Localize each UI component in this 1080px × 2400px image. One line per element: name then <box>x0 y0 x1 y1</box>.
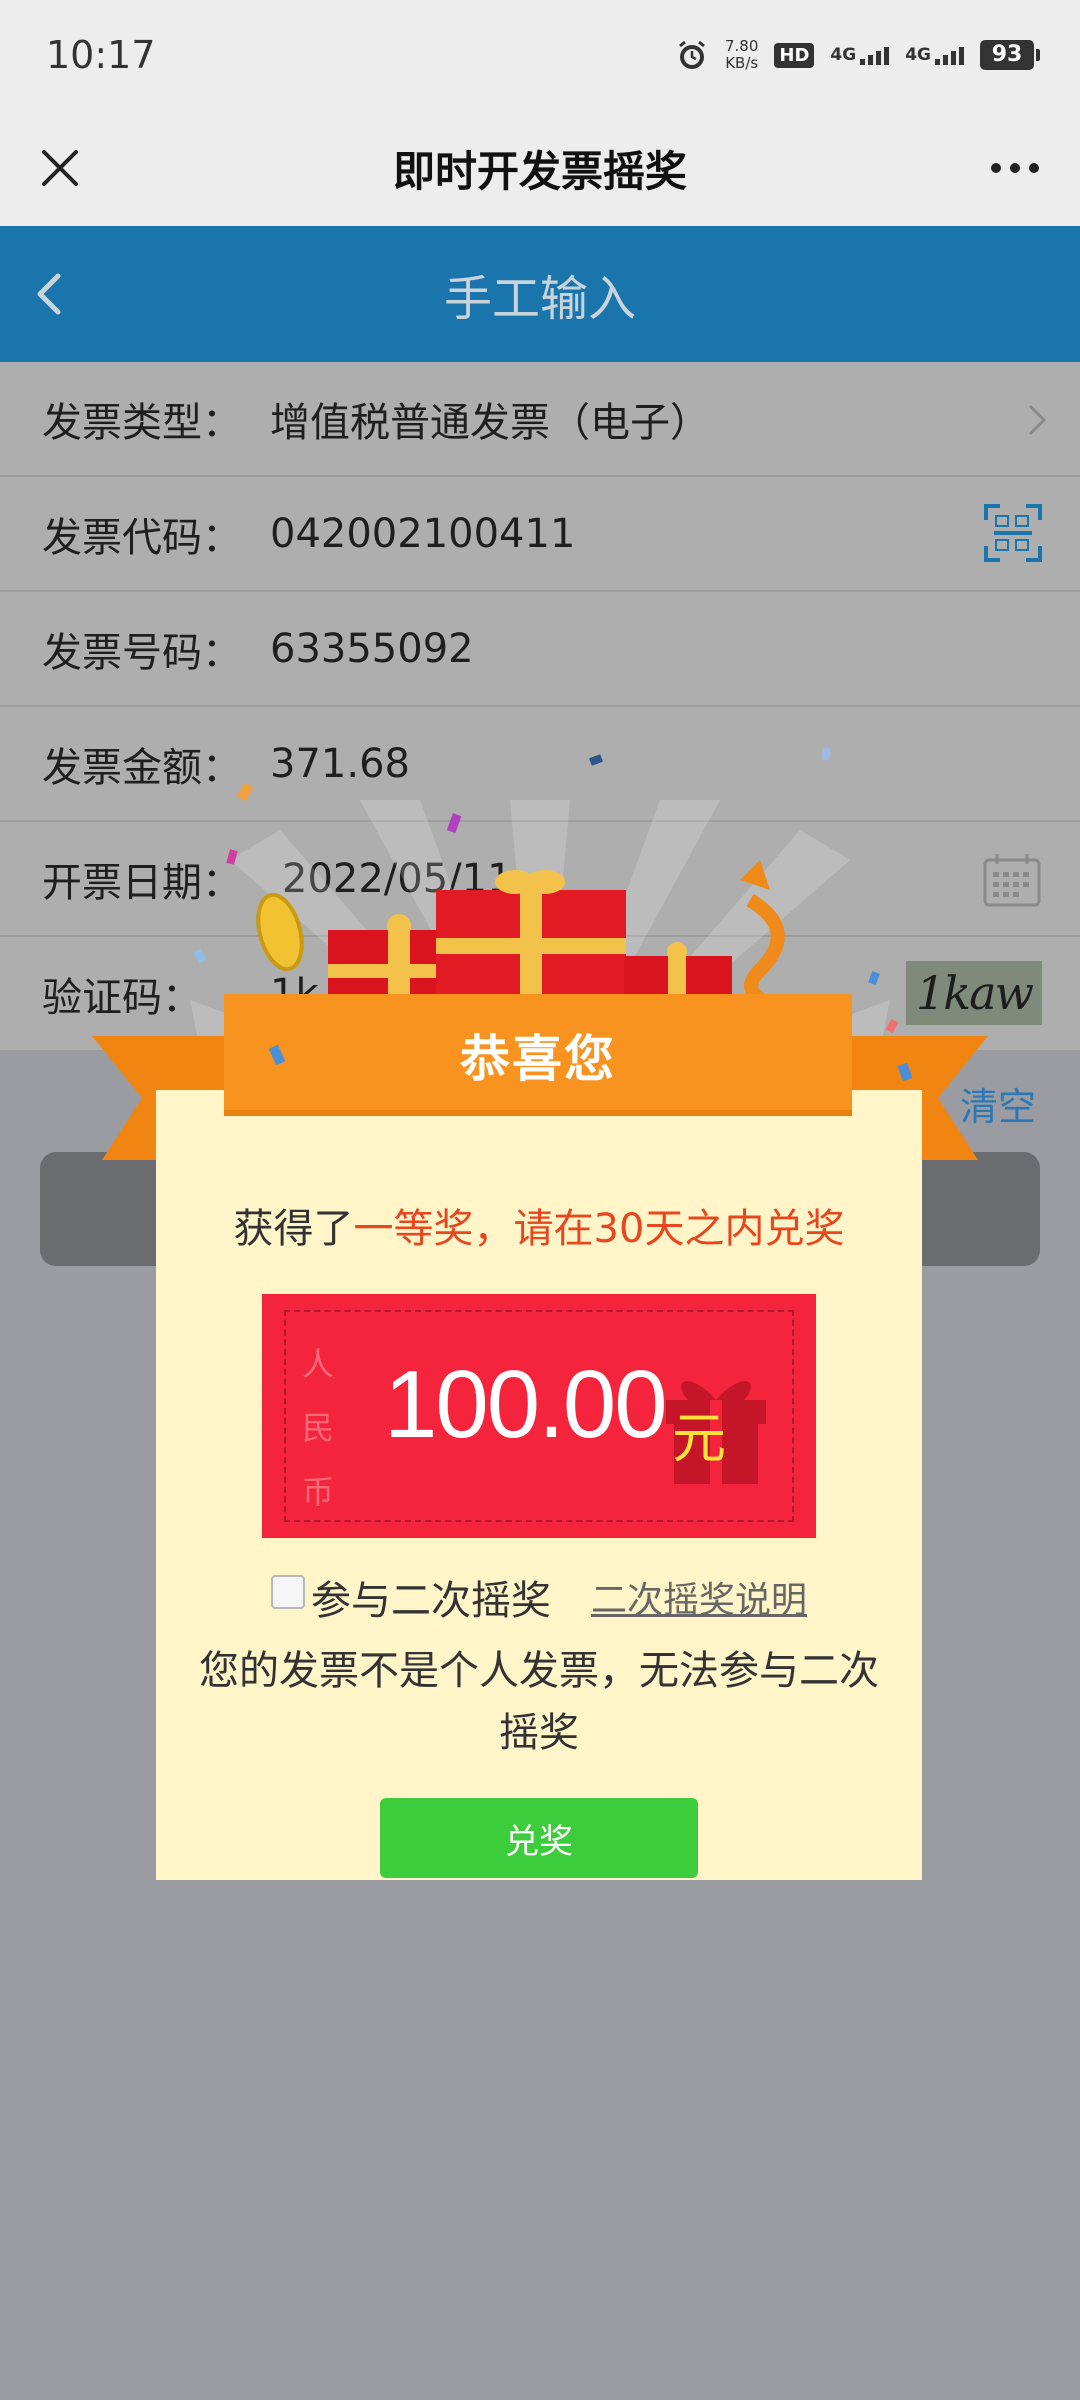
second-draw-label: 参与二次摇奖 <box>310 1578 551 1624</box>
network-speed: 7.80 KB/s <box>725 38 758 72</box>
signal-bars-icon <box>935 47 964 65</box>
invoice-number-row: 发票号码： 63355092 <box>0 592 1080 707</box>
chevron-left-icon <box>37 273 61 315</box>
status-bar: 10:17 7.80 KB/s HD 4G 4G 93 <box>0 0 1080 110</box>
second-draw-info-link[interactable]: 二次摇奖说明 <box>591 1571 807 1623</box>
network-type-1: 4G <box>830 45 857 65</box>
invoice-number-input[interactable]: 63355092 <box>270 626 474 672</box>
ticket-currency: 人 民 币 <box>298 1332 338 1524</box>
invoice-type-value: 增值税普通发票（电子） <box>270 399 710 446</box>
prize-unit: 元 <box>672 1407 726 1470</box>
invoice-code-input[interactable]: 042002100411 <box>270 511 575 557</box>
second-draw-row: 参与二次摇奖 二次摇奖说明 <box>156 1568 922 1626</box>
close-icon <box>42 150 78 186</box>
battery-icon: 93 <box>980 40 1040 70</box>
invoice-number-label: 发票号码： <box>42 629 242 676</box>
network-type-2: 4G <box>905 45 931 65</box>
more-icon <box>991 163 1001 173</box>
page-header: 手工输入 <box>0 226 1080 362</box>
status-indicators: 7.80 KB/s HD 4G 4G 93 <box>675 38 1040 72</box>
speed-unit: KB/s <box>725 54 759 72</box>
chevron-right-icon <box>1028 404 1047 436</box>
currency-char: 人 <box>301 1345 334 1383</box>
more-button[interactable] <box>980 138 1050 198</box>
currency-char: 币 <box>301 1473 334 1511</box>
gift-boxes-image <box>256 860 802 1010</box>
ineligible-notice: 您的发票不是个人发票，无法参与二次摇奖 <box>199 1648 879 1756</box>
redeem-button[interactable]: 兑奖 <box>380 1798 698 1878</box>
prize-ticket: 人 民 币 100.00 元 <box>255 1294 823 1538</box>
invoice-amount-input[interactable]: 371.68 <box>270 741 410 787</box>
captcha-image[interactable]: 1kaw <box>906 961 1042 1025</box>
invoice-amount-label: 发票金额： <box>42 744 242 791</box>
invoice-type-row[interactable]: 发票类型： 增值税普通发票（电子） <box>0 362 1080 477</box>
signal-1: 4G <box>830 45 890 65</box>
ticket-edge-right <box>817 1298 823 1530</box>
invoice-code-label: 发票代码： <box>42 514 242 561</box>
prize-amount: 100.00 <box>384 1351 668 1458</box>
prize-message: 获得了一等奖，请在30天之内兑奖 <box>156 1196 922 1254</box>
prize-highlight: 一等奖，请在30天之内兑奖 <box>353 1206 845 1252</box>
hd-badge: HD <box>774 42 815 68</box>
status-time: 10:17 <box>46 33 156 77</box>
speed-value: 7.80 <box>724 37 759 55</box>
currency-char: 民 <box>301 1409 334 1447</box>
alarm-icon <box>679 40 705 69</box>
signal-2: 4G <box>905 45 964 65</box>
browser-title-bar: 即时开发票摇奖 <box>0 110 1080 226</box>
ticket-edge-left <box>255 1298 261 1530</box>
close-button[interactable] <box>30 138 90 198</box>
calendar-icon[interactable] <box>982 852 1042 908</box>
invoice-code-row: 发票代码： 042002100411 <box>0 477 1080 592</box>
second-draw-checkbox[interactable] <box>270 1575 305 1609</box>
signal-bars-icon <box>860 47 890 65</box>
modal-title-ribbon: 恭喜您 <box>224 994 852 1116</box>
modal-title: 恭喜您 <box>460 1030 616 1088</box>
header-title: 手工输入 <box>443 271 636 327</box>
back-button[interactable] <box>20 264 80 324</box>
scan-icon[interactable] <box>984 504 1042 562</box>
page-title: 即时开发票摇奖 <box>392 146 687 196</box>
invoice-type-label: 发票类型： <box>42 399 242 446</box>
prize-prefix: 获得了 <box>233 1206 354 1252</box>
